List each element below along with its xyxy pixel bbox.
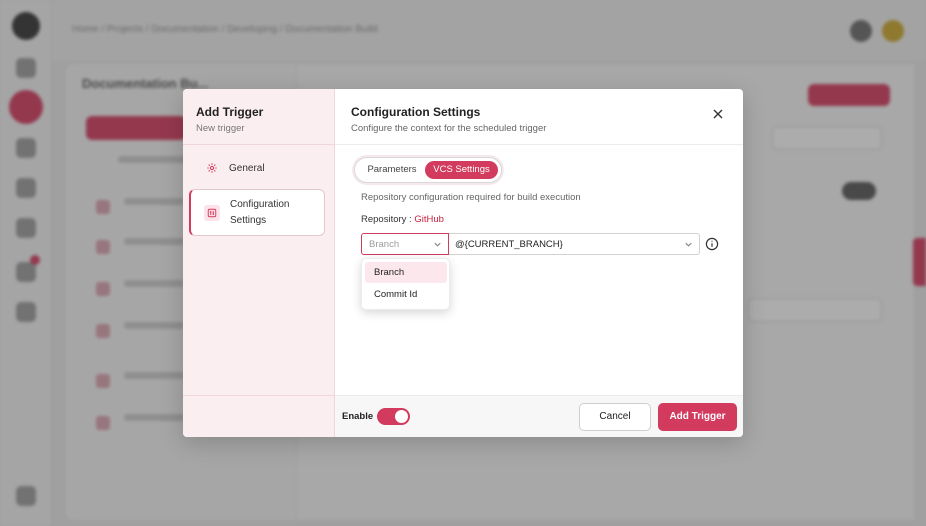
dropdown-option-branch[interactable]: Branch	[365, 262, 447, 283]
divider	[183, 144, 335, 145]
ref-type-dropdown: Branch Commit Id	[361, 258, 450, 310]
modal-subtitle: Configure the context for the scheduled …	[351, 123, 547, 134]
cancel-button[interactable]: Cancel	[579, 403, 651, 431]
enable-label: Enable	[342, 411, 374, 422]
repository-line: Repository : GitHub	[361, 214, 444, 225]
add-trigger-button[interactable]: Add Trigger	[658, 403, 737, 431]
ref-type-value: Branch	[369, 239, 400, 250]
branch-value: @{CURRENT_BRANCH}	[455, 239, 563, 250]
nav-item-configuration-settings[interactable]: Configuration Settings	[189, 189, 325, 236]
close-button[interactable]	[709, 105, 727, 123]
dropdown-option-commit-id[interactable]: Commit Id	[365, 284, 447, 305]
tab-parameters[interactable]: Parameters	[361, 161, 423, 179]
modal-sidebar-subtitle: New trigger	[196, 123, 245, 134]
repository-value: GitHub	[414, 214, 444, 225]
config-icon	[204, 204, 220, 221]
info-icon[interactable]	[705, 237, 719, 251]
add-trigger-modal: Add Trigger New trigger General Configur…	[183, 89, 743, 437]
ref-type-select[interactable]: Branch	[361, 233, 449, 255]
toggle-knob	[395, 410, 408, 423]
branch-select[interactable]: @{CURRENT_BRANCH}	[449, 233, 700, 255]
tab-vcs-settings[interactable]: VCS Settings	[425, 161, 498, 179]
modal-sidebar-title: Add Trigger	[196, 105, 264, 119]
vcs-description: Repository configuration required for bu…	[361, 192, 581, 203]
divider	[183, 395, 335, 396]
modal-content: Configuration Settings Configure the con…	[335, 89, 743, 437]
chevron-down-icon	[685, 242, 692, 247]
settings-tab-switcher: Parameters VCS Settings	[354, 157, 502, 183]
nav-item-general[interactable]: General	[191, 155, 327, 181]
close-icon	[713, 109, 723, 119]
chevron-down-icon	[434, 242, 441, 247]
modal-sidebar: Add Trigger New trigger General Configur…	[183, 89, 335, 437]
nav-item-label: Configuration Settings	[230, 198, 290, 226]
modal-footer: Enable Cancel Add Trigger	[335, 395, 743, 437]
enable-toggle[interactable]	[377, 408, 410, 425]
divider	[335, 144, 743, 145]
gear-icon	[201, 157, 223, 179]
nav-item-label: General	[229, 162, 265, 174]
modal-title: Configuration Settings	[351, 105, 481, 119]
repository-label: Repository :	[361, 214, 415, 225]
